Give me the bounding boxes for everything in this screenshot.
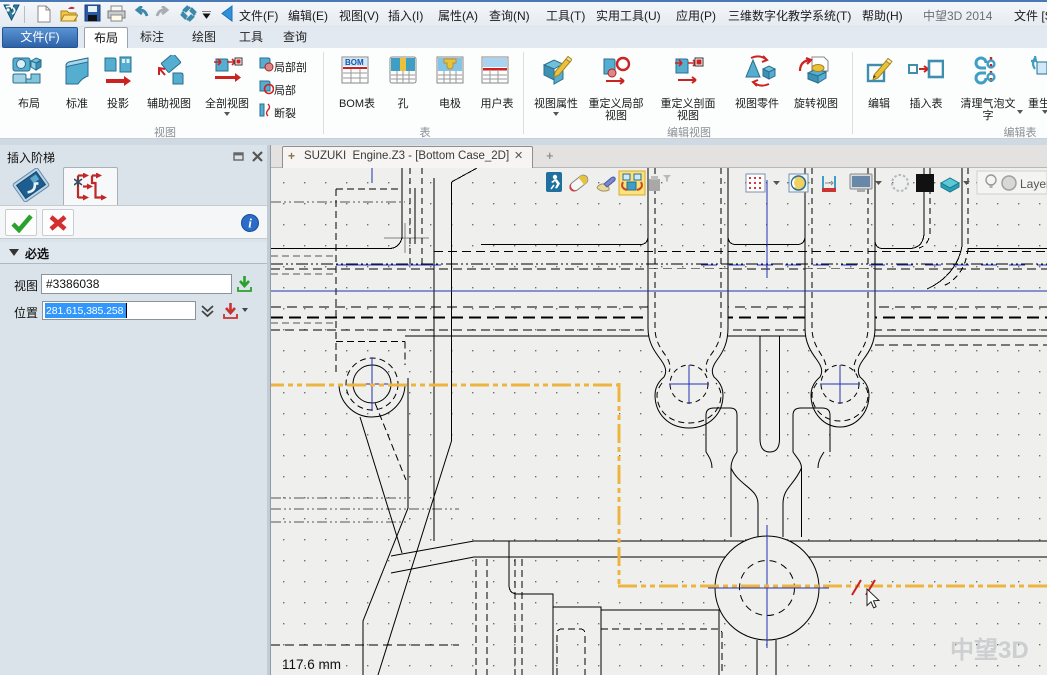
svg-text:117.6 mm: 117.6 mm bbox=[282, 657, 341, 672]
svg-text:中望3D: 中望3D bbox=[950, 636, 1029, 664]
svg-text:BOM: BOM bbox=[345, 58, 364, 67]
svg-text:Layer0: Layer0 bbox=[1020, 177, 1047, 191]
svg-text:i: i bbox=[248, 216, 252, 231]
